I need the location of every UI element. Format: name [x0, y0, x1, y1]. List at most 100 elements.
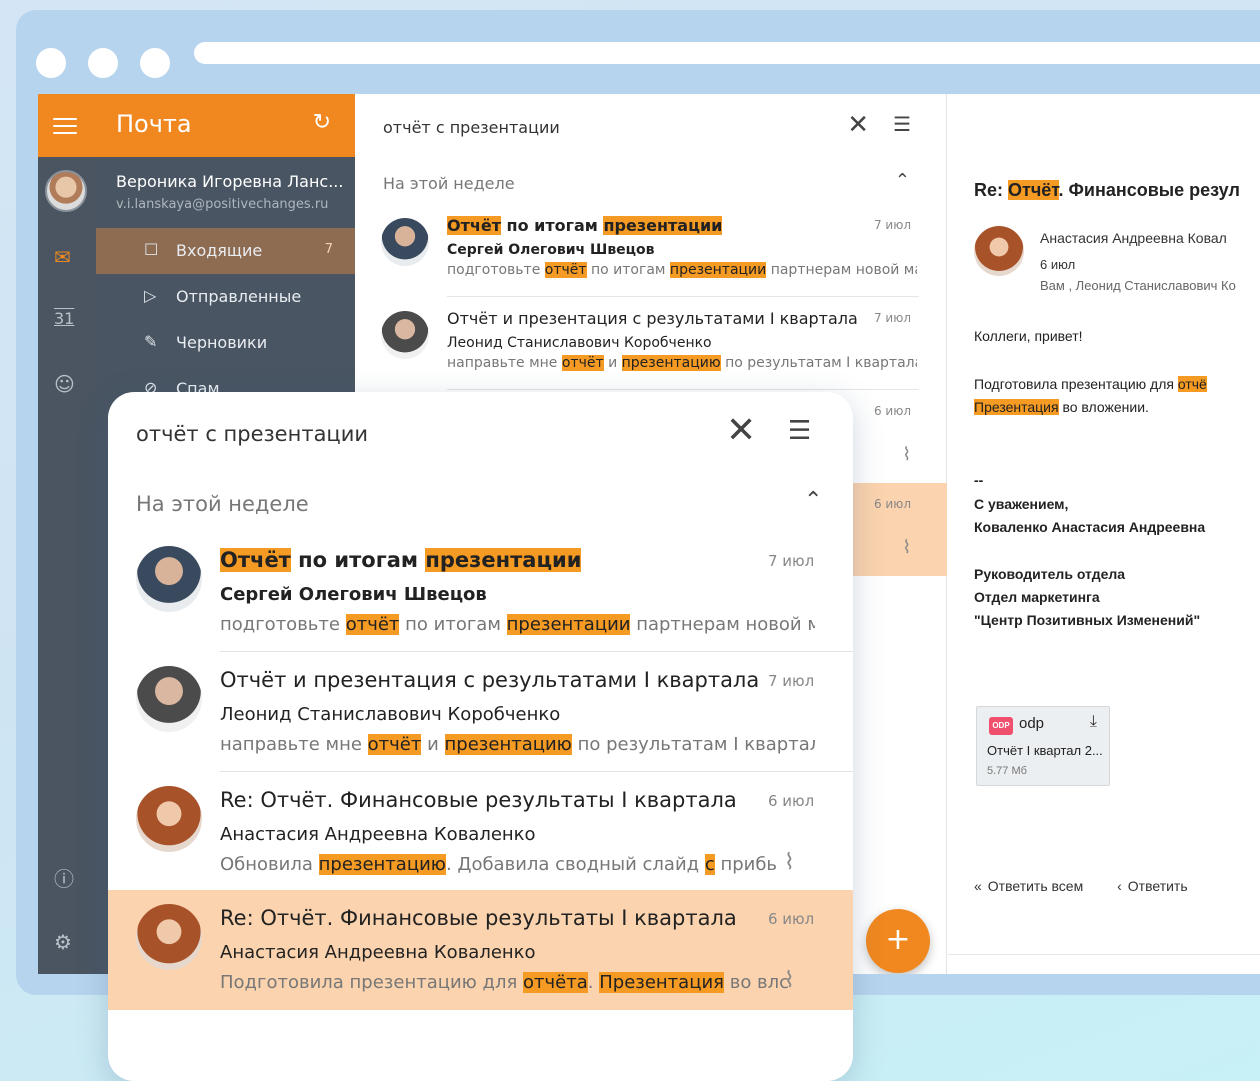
draft-icon: ✎ [144, 332, 158, 351]
message-snippet: Обновила презентацию. Добавила сводный с… [220, 854, 778, 875]
message-date: 7 июл [873, 218, 911, 232]
folder-label: Черновики [176, 333, 268, 352]
message-subject: Отчёт по итогам презентации [220, 548, 582, 572]
reply-icon: ‹ [1117, 878, 1122, 894]
address-bar[interactable] [194, 42, 1260, 64]
menu-icon[interactable] [53, 118, 77, 134]
avatar [381, 311, 429, 359]
message-subject: Re: Отчёт. Финансовые результаты I кварт… [220, 906, 737, 930]
attachment-ext: odp [1019, 715, 1045, 732]
icon-rail: ✉ 31 ☺ ⓘ ⚙ [38, 94, 96, 974]
signature-dept: Отдел маркетинга [974, 589, 1100, 605]
list-item[interactable]: Отчёт по итогам презентации Сергей Олего… [108, 532, 853, 652]
message-sender: Леонид Станиславович Коробченко [447, 335, 712, 351]
rail-header [38, 94, 96, 157]
attachment-card[interactable]: ODP odp ⤓ Отчёт I квартал 2... 5.77 Мб [976, 706, 1110, 786]
reply-all-button[interactable]: «Ответить всем [974, 878, 1083, 894]
reply-actions: «Ответить всем ‹ Ответить [974, 878, 1218, 894]
message-snippet: направьте мне отчёт и презентацию по рез… [447, 355, 917, 371]
app-title: Почта [116, 110, 192, 138]
email-recipients[interactable]: Вам , Леонид Станиславович Ко [1040, 278, 1236, 293]
inbox-icon: ☐ [144, 240, 159, 259]
message-date: 7 июл [768, 552, 815, 570]
sidebar-header: Почта ↻ [96, 94, 355, 157]
collapse-icon[interactable]: ⌃ [804, 488, 822, 513]
email-line: Презентация во вложении. [974, 399, 1149, 415]
close-icon[interactable]: ✕ [847, 110, 869, 140]
contacts-icon[interactable]: ☺ [54, 374, 75, 394]
email-greeting: Коллеги, привет! [974, 328, 1083, 344]
sidebar-item-sent[interactable]: ▷ Отправленные [96, 274, 355, 320]
odp-file-icon: ODP [989, 717, 1013, 735]
attachment-size: 5.77 Мб [987, 765, 1027, 777]
folder-label: Отправленные [176, 287, 302, 306]
mail-icon[interactable]: ✉ [54, 247, 71, 267]
email-date: 6 июл [1040, 257, 1076, 272]
list-item[interactable]: Отчёт и презентация с результатами I ква… [108, 652, 853, 772]
signature-dash: -- [974, 472, 984, 488]
sidebar-item-inbox[interactable]: ☐ Входящие 7 [96, 228, 355, 274]
filter-icon[interactable]: ☰ [893, 112, 911, 136]
paperclip-icon: ⌇ [784, 968, 795, 993]
avatar [974, 226, 1024, 276]
message-snippet: подготовьте отчёт по итогам презентации … [220, 614, 815, 635]
section-header: На этой неделе [383, 174, 515, 193]
list-item-selected[interactable]: Re: Отчёт. Финансовые результаты I кварт… [108, 890, 853, 1010]
message-date: 6 июл [768, 910, 815, 928]
section-header: На этой неделе [136, 492, 309, 516]
avatar[interactable] [45, 170, 87, 212]
window-dot-close[interactable] [36, 48, 66, 78]
close-icon[interactable]: ✕ [726, 410, 756, 451]
send-icon: ▷ [144, 286, 157, 305]
sidebar-item-drafts[interactable]: ✎ Черновики [96, 320, 355, 366]
refresh-icon[interactable]: ↻ [313, 110, 331, 135]
message-subject: Отчёт и презентация с результатами I ква… [447, 309, 858, 328]
message-subject: Re: Отчёт. Финансовые результаты I кварт… [220, 788, 737, 812]
paperclip-icon: ⌇ [784, 850, 795, 875]
user-name: Вероника Игоревна Ланс... [116, 172, 344, 191]
list-item[interactable]: Re: Отчёт. Финансовые результаты I кварт… [108, 772, 853, 892]
message-sender: Анастасия Андреевна Коваленко [220, 942, 536, 963]
search-input[interactable]: отчёт с презентации [136, 422, 368, 446]
message-date: 6 июл [873, 404, 911, 418]
signature-name: Коваленко Анастасия Андреевна [974, 519, 1206, 535]
collapse-icon[interactable]: ⌃ [895, 170, 910, 191]
attachment-name: Отчёт I квартал 2... [987, 743, 1103, 758]
paperclip-icon: ⌇ [902, 444, 911, 465]
message-snippet: Подготовила презентацию для отчёта. През… [220, 972, 790, 993]
email-sender[interactable]: Анастасия Андреевна Ковал [1040, 230, 1227, 246]
message-subject: Отчёт по итогам презентации [447, 216, 723, 235]
message-sender: Сергей Олегович Швецов [447, 242, 655, 258]
reading-pane: Re: Отчёт. Финансовые резул Анастасия Ан… [948, 94, 1260, 974]
message-sender: Анастасия Андреевна Коваленко [220, 824, 536, 845]
window-dot-maximize[interactable] [140, 48, 170, 78]
avatar [136, 546, 202, 612]
compose-button[interactable]: + [866, 909, 930, 973]
help-icon[interactable]: ⓘ [54, 869, 74, 889]
download-icon[interactable]: ⤓ [1090, 713, 1097, 731]
user-info[interactable]: Вероника Игоревна Ланс... v.i.lanskaya@p… [116, 172, 346, 212]
calendar-icon[interactable]: 31 [54, 311, 74, 327]
folder-label: Входящие [176, 241, 263, 260]
settings-gear-icon[interactable]: ⚙ [54, 932, 72, 952]
reply-button[interactable]: ‹ Ответить [1117, 878, 1188, 894]
avatar [136, 786, 202, 852]
message-snippet: подготовьте отчёт по итогам презентации … [447, 262, 917, 278]
avatar [136, 904, 202, 970]
zoomed-search-panel: отчёт с презентации ✕ ☰ На этой неделе ⌃… [108, 392, 853, 1081]
message-sender: Сергей Олегович Швецов [220, 584, 487, 605]
avatar [381, 218, 429, 266]
message-date: 6 июл [768, 792, 815, 810]
message-sender: Леонид Станиславович Коробченко [220, 704, 561, 725]
avatar [136, 666, 202, 732]
email-subject: Re: Отчёт. Финансовые резул [974, 180, 1240, 200]
paperclip-icon: ⌇ [902, 537, 911, 558]
list-item[interactable]: Отчёт по итогам презентации Сергей Олего… [355, 204, 947, 297]
reply-all-icon: « [974, 878, 982, 894]
message-date: 7 июл [768, 672, 815, 690]
filter-icon[interactable]: ☰ [788, 416, 811, 446]
list-item[interactable]: Отчёт и презентация с результатами I ква… [355, 297, 947, 390]
message-date: 7 июл [873, 311, 911, 325]
window-dot-minimize[interactable] [88, 48, 118, 78]
search-input[interactable]: отчёт с презентации [383, 118, 560, 137]
